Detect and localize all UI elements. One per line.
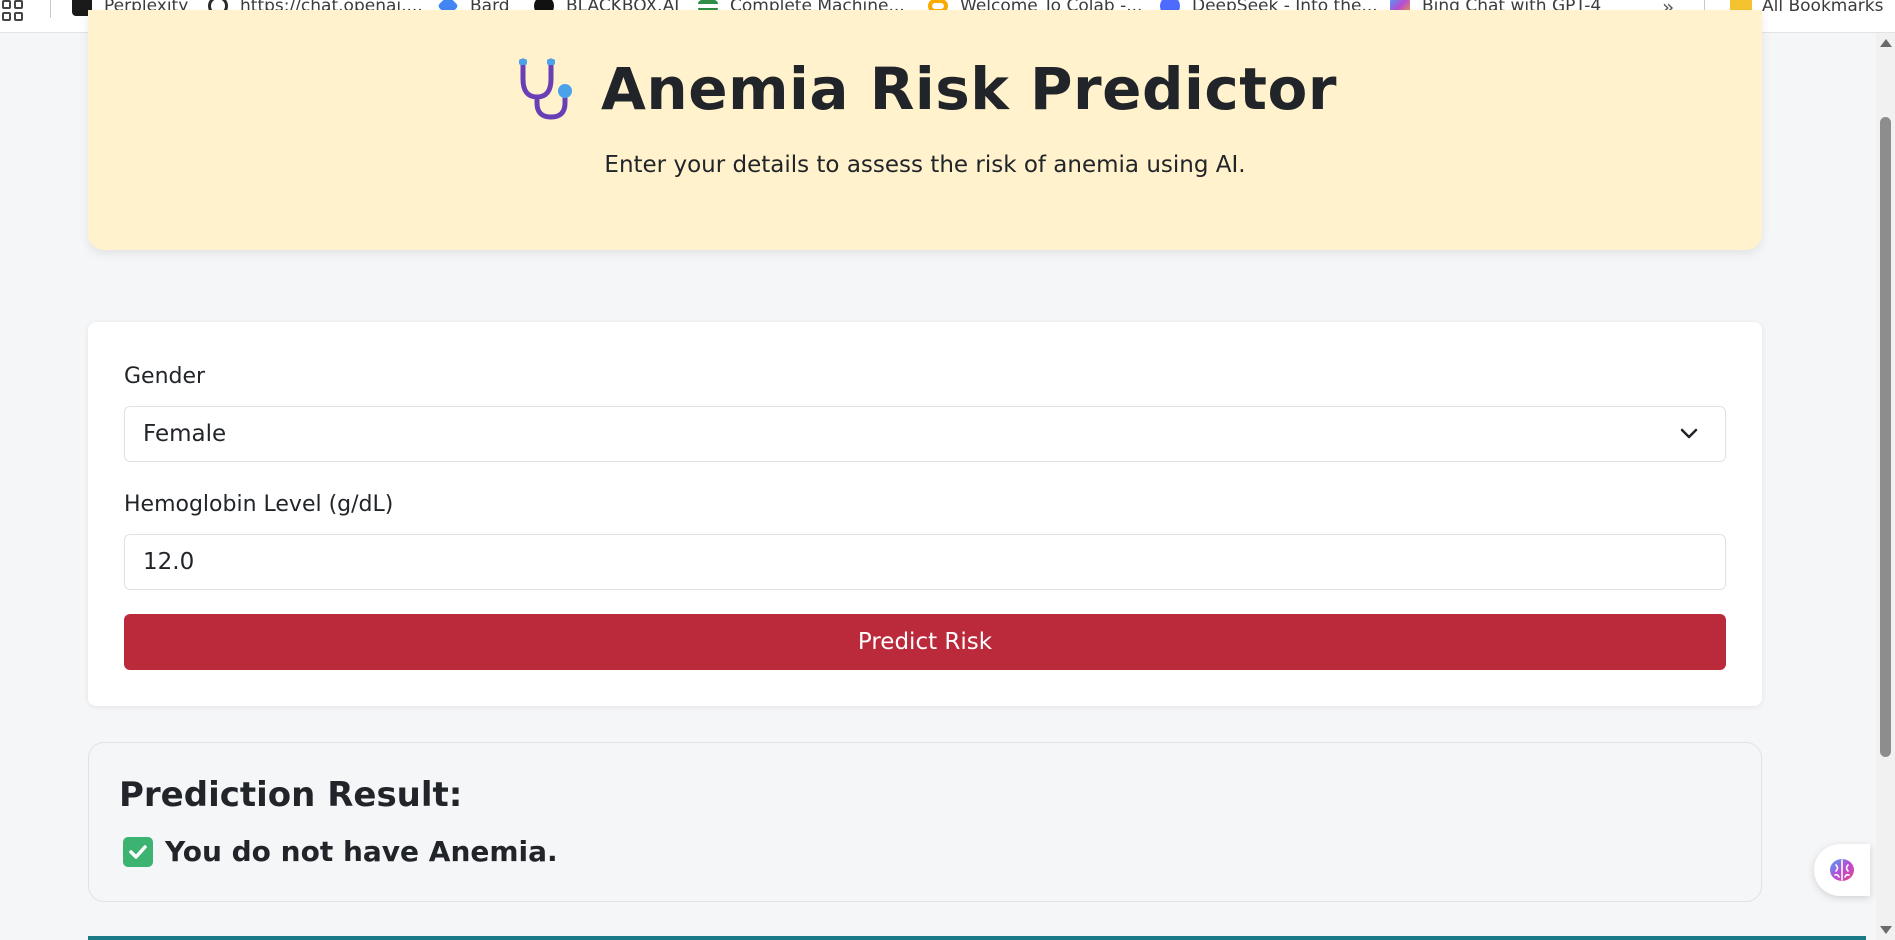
check-mark-icon [123, 836, 153, 867]
page-title: Anemia Risk Predictor [88, 55, 1762, 123]
gender-select-value: Female [143, 421, 227, 447]
gender-label: Gender [124, 364, 206, 389]
scroll-down-arrow-icon[interactable] [1880, 926, 1892, 934]
scroll-up-arrow-icon[interactable] [1880, 39, 1892, 47]
result-title: Prediction Result: [119, 775, 463, 815]
stethoscope-icon [519, 58, 573, 120]
hemoglobin-input[interactable]: 12.0 [124, 534, 1726, 590]
hemoglobin-label: Hemoglobin Level (g/dL) [124, 492, 394, 517]
apps-grid-icon[interactable] [2, 0, 28, 21]
footer-edge [88, 936, 1866, 940]
prediction-result-panel: Prediction Result: You do not have Anemi… [88, 742, 1762, 902]
assistant-button[interactable] [1814, 844, 1870, 896]
brain-icon [1830, 859, 1854, 881]
predict-risk-button[interactable]: Predict Risk [124, 614, 1726, 670]
page-title-text: Anemia Risk Predictor [601, 55, 1337, 123]
page-scrollbar[interactable] [1876, 33, 1895, 940]
gender-select[interactable]: Female [124, 406, 1726, 462]
page-subtitle: Enter your details to assess the risk of… [604, 152, 1246, 178]
result-message: You do not have Anemia. [165, 835, 558, 868]
prediction-form: Gender Female Hemoglobin Level (g/dL) 12… [88, 322, 1762, 706]
chevron-down-icon [1680, 428, 1698, 439]
result-message-row: You do not have Anemia. [123, 835, 558, 868]
hemoglobin-input-value: 12.0 [143, 549, 195, 575]
hero-banner: Anemia Risk Predictor Enter your details… [88, 10, 1762, 250]
bookmarks-divider [50, 0, 51, 18]
scrollbar-thumb[interactable] [1880, 117, 1891, 757]
